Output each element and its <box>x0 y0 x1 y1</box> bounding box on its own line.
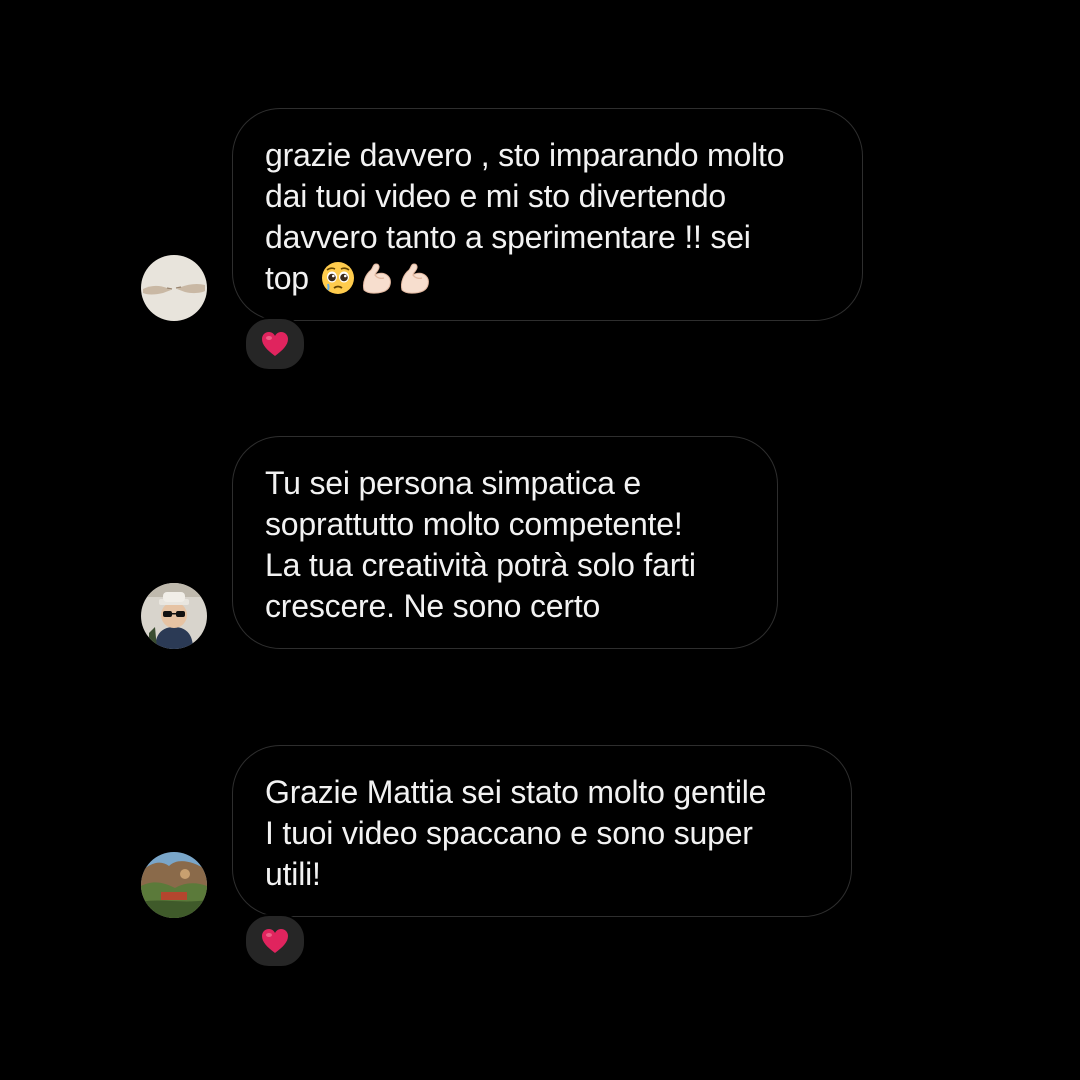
message-text-line: soprattutto molto competente! <box>265 506 683 542</box>
flexed-biceps-emoji <box>396 260 432 296</box>
message-text-line: crescere. Ne sono certo <box>265 588 601 624</box>
message-bubble[interactable]: grazie davvero , sto imparando molto dai… <box>232 108 863 321</box>
message-text-line: La tua creatività potrà solo farti <box>265 547 696 583</box>
message-text-line: davvero tanto a sperimentare !! sei <box>265 219 751 255</box>
pleading-face-emoji <box>320 260 356 296</box>
message-text-line: grazie davvero , sto imparando molto <box>265 137 785 173</box>
avatar-hands-painting[interactable] <box>141 255 207 321</box>
red-heart-emoji <box>262 332 288 356</box>
red-heart-emoji <box>262 929 288 953</box>
message-text-line-last: top <box>265 258 830 299</box>
flexed-biceps-emoji <box>358 260 394 296</box>
message-text-line: utili! <box>265 856 321 892</box>
message-bubble[interactable]: Tu sei persona simpatica e soprattutto m… <box>232 436 778 649</box>
avatar-landscape-photo[interactable] <box>141 852 207 918</box>
message-text-line: dai tuoi video e mi sto divertendo <box>265 178 727 214</box>
avatar-man-sunglasses-hat[interactable] <box>141 583 207 649</box>
message-text-line: Grazie Mattia sei stato molto gentile <box>265 774 767 810</box>
reaction-badge[interactable] <box>244 914 306 968</box>
message-text: top <box>265 260 309 296</box>
message-text-line: I tuoi video spaccano e sono super <box>265 815 753 851</box>
message-bubble[interactable]: Grazie Mattia sei stato molto gentile I … <box>232 745 852 917</box>
chat-screen: { "colors": { "background": "#000000", "… <box>0 0 1080 1080</box>
reaction-badge[interactable] <box>244 317 306 371</box>
message-text-line: Tu sei persona simpatica e <box>265 465 642 501</box>
